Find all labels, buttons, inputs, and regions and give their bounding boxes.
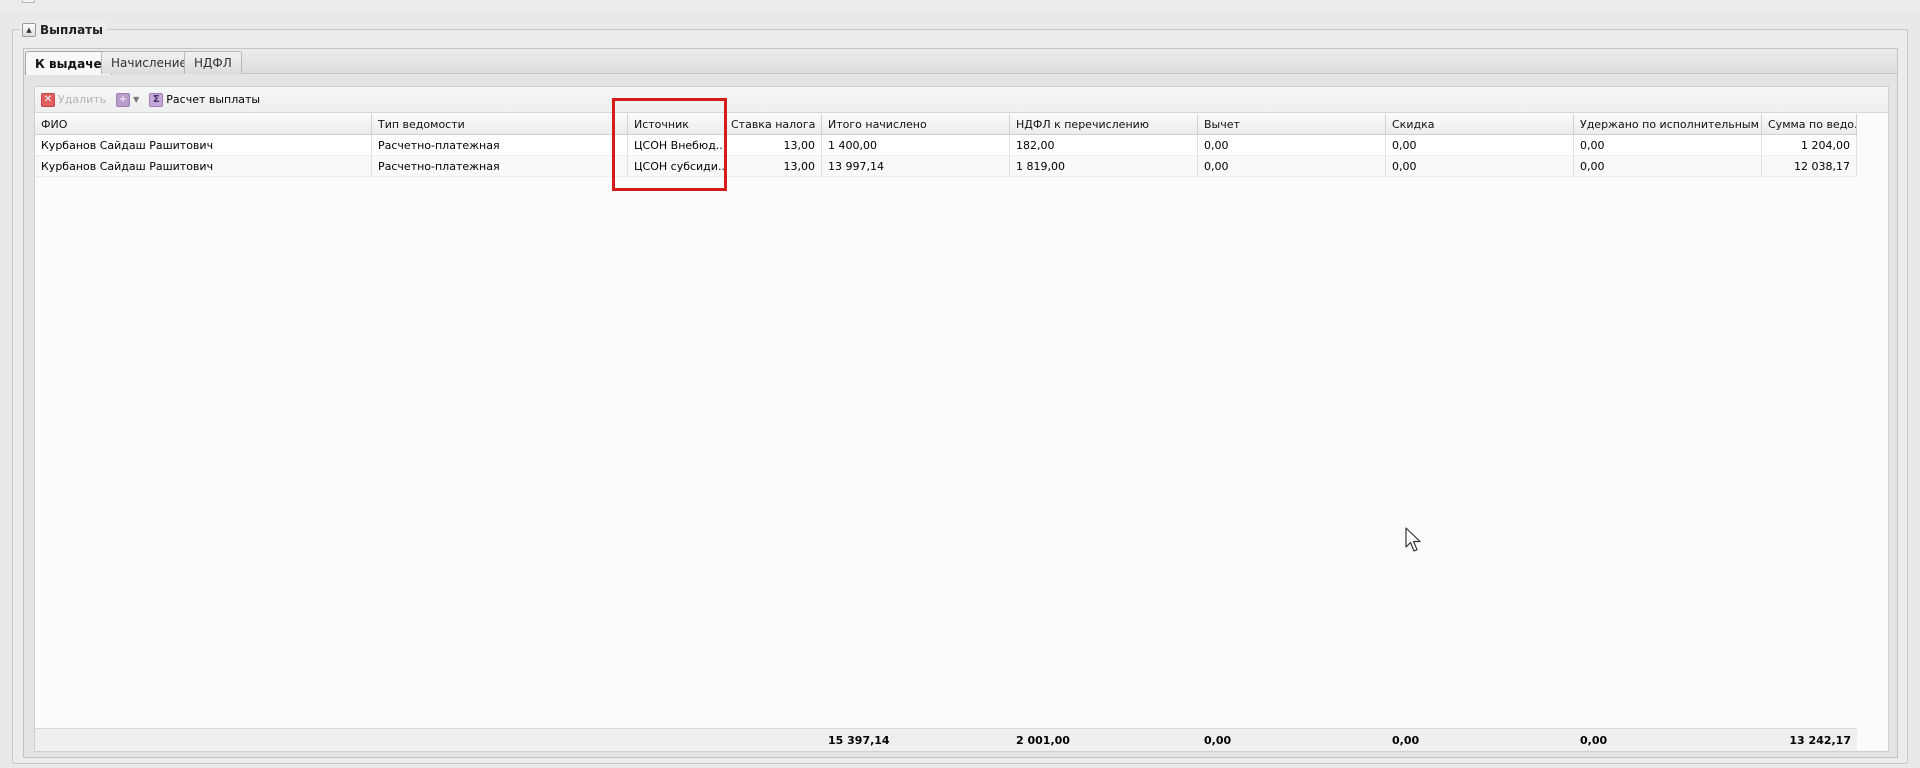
col-header-fio[interactable]: ФИО — [35, 114, 372, 134]
total-ndfl-sum: 2 001,00 — [1016, 733, 1070, 747]
cell-discount: 0,00 — [1386, 135, 1574, 155]
cell-sum: 1 204,00 — [1762, 135, 1857, 155]
tab-k-vydache[interactable]: К выдаче — [25, 51, 112, 75]
chevron-down-icon: ▼ — [133, 95, 140, 104]
delete-button[interactable]: ✕ Удалить — [39, 90, 108, 110]
add-menu-button[interactable]: + ▼ — [114, 90, 141, 110]
delete-icon: ✕ — [41, 92, 55, 107]
delete-label: Удалить — [58, 93, 107, 106]
col-header-tax-rate[interactable]: Ставка налога — [725, 114, 822, 134]
cell-total-accrued: 1 400,00 — [822, 135, 1010, 155]
tab-ndfl[interactable]: НДФЛ — [184, 51, 242, 74]
grid-summary-row: 15 397,14 2 001,00 0,00 0,00 0,00 13 242… — [35, 728, 1857, 751]
col-header-discount[interactable]: Скидка — [1386, 114, 1574, 134]
table-row[interactable]: Курбанов Сайдаш Рашитович Расчетно-плате… — [35, 135, 1857, 156]
add-icon: + — [116, 92, 131, 107]
collapse-icon[interactable]: ▲ — [22, 23, 36, 37]
tab-bar: К выдаче Начисление НДФЛ — [24, 49, 1897, 75]
cell-total-accrued: 13 997,14 — [822, 156, 1010, 176]
summary-spacer — [35, 729, 822, 751]
total-discount-sum: 0,00 — [1392, 733, 1420, 747]
cell-withheld: 0,00 — [1574, 135, 1762, 155]
cell-discount: 0,00 — [1386, 156, 1574, 176]
fieldset-legend: ▲ Выплаты — [20, 21, 107, 39]
col-header-withheld[interactable]: Удержано по исполнительным л... — [1574, 114, 1762, 134]
calc-payment-label: Расчет выплаты — [166, 93, 261, 106]
cell-tax-rate: 13,00 — [725, 135, 822, 155]
col-header-deduction[interactable]: Вычет — [1198, 114, 1386, 134]
section-title: Выплаты — [40, 23, 103, 37]
payments-tabpanel: К выдаче Начисление НДФЛ ✕ Удалить + ▼ Σ… — [23, 48, 1898, 758]
col-header-ndfl[interactable]: НДФЛ к перечислению — [1010, 114, 1198, 134]
col-header-total-accrued[interactable]: Итого начислено — [822, 114, 1010, 134]
cell-fio: Курбанов Сайдаш Рашитович — [35, 135, 372, 155]
cell-type: Расчетно-платежная — [372, 135, 628, 155]
tab-nachislenie[interactable]: Начисление — [101, 51, 197, 74]
checkbox-edge — [22, 0, 35, 3]
cell-deduction: 0,00 — [1198, 135, 1386, 155]
cell-ndfl: 1 819,00 — [1010, 156, 1198, 176]
col-header-type[interactable]: Тип ведомости — [372, 114, 628, 134]
cell-tax-rate: 13,00 — [725, 156, 822, 176]
sigma-icon: Σ — [149, 92, 164, 107]
total-accrued-sum: 15 397,14 — [828, 733, 890, 747]
cell-ndfl: 182,00 — [1010, 135, 1198, 155]
cell-withheld: 0,00 — [1574, 156, 1762, 176]
top-strip — [0, 0, 1920, 12]
total-payment-sum: 13 242,17 — [1789, 733, 1851, 747]
cell-deduction: 0,00 — [1198, 156, 1386, 176]
cell-type: Расчетно-платежная — [372, 156, 628, 176]
col-header-source[interactable]: Источник — [628, 114, 725, 134]
payments-grid: ✕ Удалить + ▼ Σ Расчет выплаты ФИО Тип в… — [34, 86, 1889, 752]
grid-toolbar: ✕ Удалить + ▼ Σ Расчет выплаты — [35, 87, 1888, 113]
col-header-sum[interactable]: Сумма по ведо... — [1762, 114, 1857, 134]
cell-fio: Курбанов Сайдаш Рашитович — [35, 156, 372, 176]
total-withheld-sum: 0,00 — [1580, 733, 1608, 747]
table-row[interactable]: Курбанов Сайдаш Рашитович Расчетно-плате… — [35, 156, 1857, 177]
calc-payment-button[interactable]: Σ Расчет выплаты — [147, 90, 262, 110]
cell-sum: 12 038,17 — [1762, 156, 1857, 176]
grid-header: ФИО Тип ведомости Источник Ставка налога… — [35, 114, 1857, 135]
mouse-cursor-icon — [1405, 527, 1421, 552]
cell-source: ЦСОН Внебюд... — [628, 135, 725, 155]
cell-source: ЦСОН субсиди... — [628, 156, 725, 176]
total-deduction-sum: 0,00 — [1204, 733, 1232, 747]
